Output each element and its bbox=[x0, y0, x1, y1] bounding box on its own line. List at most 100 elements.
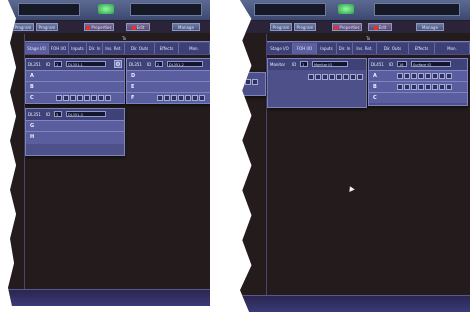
device-type: DL351 bbox=[28, 62, 41, 67]
properties-button[interactable]: Properties bbox=[84, 23, 114, 31]
channel-pad[interactable] bbox=[397, 73, 403, 79]
card-slot-a[interactable]: A bbox=[369, 70, 467, 81]
channel-pad[interactable] bbox=[84, 95, 90, 101]
tab-stage-io[interactable]: Stage I/O bbox=[25, 43, 49, 54]
channel-pad[interactable] bbox=[439, 84, 445, 90]
channel-pad[interactable] bbox=[192, 95, 198, 101]
channel-pad[interactable] bbox=[425, 73, 431, 79]
display-slot bbox=[254, 3, 326, 16]
device-name-field[interactable]: Surface IO bbox=[411, 61, 451, 67]
id-label: ID bbox=[147, 62, 152, 67]
device-name-field[interactable]: DL351-2 bbox=[167, 61, 203, 67]
device-id-field[interactable]: 3 bbox=[54, 111, 62, 117]
tab-inputs[interactable]: Inputs bbox=[69, 43, 87, 54]
channel-pad[interactable] bbox=[425, 84, 431, 90]
program-button[interactable]: Program bbox=[270, 23, 292, 31]
tab-direct-in[interactable]: Dir. In bbox=[87, 43, 103, 54]
channel-pad[interactable] bbox=[446, 73, 452, 79]
tab-foh-io[interactable]: FOH I/O bbox=[293, 43, 317, 54]
channel-pad[interactable] bbox=[432, 84, 438, 90]
channel-pad[interactable] bbox=[439, 73, 445, 79]
tab-monitor[interactable]: Mon. bbox=[435, 43, 470, 54]
edit-button[interactable]: Edit bbox=[126, 23, 150, 31]
tab-direct-outs[interactable]: Dir. Outs bbox=[125, 43, 155, 54]
channel-pad[interactable] bbox=[252, 79, 258, 85]
card-slot-g[interactable]: G bbox=[26, 120, 124, 131]
channel-pad[interactable] bbox=[77, 95, 83, 101]
slot-label: B bbox=[373, 84, 377, 90]
channel-pad[interactable] bbox=[418, 84, 424, 90]
channel-pad[interactable] bbox=[315, 74, 321, 80]
channel-pad[interactable] bbox=[63, 95, 69, 101]
channel-pad[interactable] bbox=[336, 74, 342, 80]
device-id-field[interactable]: 1 bbox=[300, 61, 308, 67]
channel-pad[interactable] bbox=[171, 95, 177, 101]
tab-insert-returns[interactable]: Ins. Ret. bbox=[103, 43, 125, 54]
card-slot-e[interactable]: E bbox=[127, 81, 210, 92]
card-slot-c[interactable]: C bbox=[26, 92, 124, 103]
tab-insert-returns[interactable]: Ins. Ret. bbox=[353, 43, 377, 54]
channel-pad[interactable] bbox=[56, 95, 62, 101]
tab-stage-io[interactable]: Stage I/O bbox=[267, 43, 293, 54]
channel-pad[interactable] bbox=[397, 84, 403, 90]
card-slot-b[interactable]: B bbox=[26, 81, 124, 92]
card-slot-f[interactable]: F bbox=[127, 92, 210, 103]
channel-pad[interactable] bbox=[199, 95, 205, 101]
program-button-2[interactable]: Program bbox=[294, 23, 316, 31]
toolbar: Program Program Properties Edit Manage bbox=[8, 21, 210, 33]
device-name-field[interactable]: DL351-3 bbox=[66, 111, 106, 117]
channel-pad[interactable] bbox=[308, 74, 314, 80]
device-id-field[interactable]: 1 bbox=[54, 61, 62, 67]
slot-label: D bbox=[131, 73, 136, 79]
tab-effects[interactable]: Effects bbox=[409, 43, 435, 54]
program-button-2[interactable]: Program bbox=[36, 23, 58, 31]
tab-inputs[interactable]: Inputs bbox=[317, 43, 337, 54]
channel-pad[interactable] bbox=[164, 95, 170, 101]
manage-button[interactable]: Manage bbox=[416, 23, 444, 31]
status-led-icon bbox=[98, 4, 114, 14]
slot-label: B bbox=[30, 84, 34, 90]
properties-button[interactable]: Properties bbox=[332, 23, 362, 31]
channel-pad[interactable] bbox=[70, 95, 76, 101]
tab-direct-outs[interactable]: Dir. Outs bbox=[377, 43, 409, 54]
channel-pad[interactable] bbox=[343, 74, 349, 80]
channel-pad[interactable] bbox=[329, 74, 335, 80]
channel-pad[interactable] bbox=[411, 73, 417, 79]
channel-pads bbox=[308, 74, 363, 80]
tab-foh-io[interactable]: FOH I/O bbox=[49, 43, 69, 54]
channel-pad[interactable] bbox=[178, 95, 184, 101]
card-slot-a[interactable]: A bbox=[26, 70, 124, 81]
gear-icon[interactable]: ⚙ bbox=[114, 60, 122, 68]
channel-pad[interactable] bbox=[98, 95, 104, 101]
channel-pad[interactable] bbox=[404, 73, 410, 79]
channel-pad[interactable] bbox=[350, 74, 356, 80]
card-slot-d[interactable]: D bbox=[127, 70, 210, 81]
tab-direct-in[interactable]: Dir. In bbox=[337, 43, 353, 54]
manage-button[interactable]: Manage bbox=[172, 23, 200, 31]
channel-pad[interactable] bbox=[432, 73, 438, 79]
edit-button[interactable]: Edit bbox=[368, 23, 392, 31]
tab-effects[interactable]: Effects bbox=[155, 43, 179, 54]
channel-pad[interactable] bbox=[105, 95, 111, 101]
channel-pad[interactable] bbox=[157, 95, 163, 101]
card-slot-c[interactable]: C bbox=[369, 92, 467, 103]
channel-pad[interactable] bbox=[411, 84, 417, 90]
tab-monitor[interactable]: Mon. bbox=[179, 43, 210, 54]
device-name-field[interactable]: DL351-1 bbox=[66, 61, 106, 67]
channel-pad[interactable] bbox=[185, 95, 191, 101]
channel-pad[interactable] bbox=[404, 84, 410, 90]
channel-pad[interactable] bbox=[446, 84, 452, 90]
channel-pad[interactable] bbox=[322, 74, 328, 80]
channel-pad[interactable] bbox=[245, 79, 251, 85]
channel-pad[interactable] bbox=[357, 74, 363, 80]
channel-pad[interactable] bbox=[91, 95, 97, 101]
device-group-dl451: DL451 ID 16 Surface IO A B C bbox=[368, 58, 468, 106]
card-slot-b[interactable]: B bbox=[369, 81, 467, 92]
device-id-field[interactable]: 16 bbox=[397, 61, 407, 67]
channel-pad[interactable] bbox=[418, 73, 424, 79]
device-id-field[interactable]: 2 bbox=[155, 61, 163, 67]
slot-label: C bbox=[373, 95, 377, 101]
device-name-field[interactable]: Monitor IO bbox=[312, 61, 348, 67]
program-button[interactable]: Program bbox=[12, 23, 34, 31]
card-slot-h[interactable]: H bbox=[26, 131, 124, 144]
